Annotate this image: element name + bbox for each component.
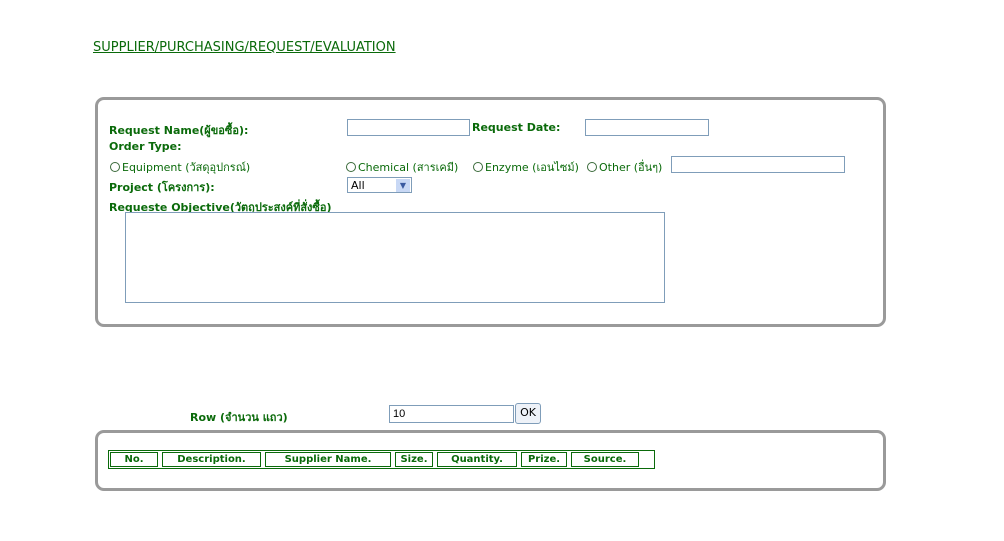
radio-chemical[interactable]: Chemical (สารเคมี) bbox=[346, 158, 458, 176]
col-source: Source. bbox=[571, 452, 639, 467]
radio-equipment[interactable]: Equipment (วัสดุอุปกรณ์) bbox=[110, 158, 250, 176]
objective-textarea[interactable] bbox=[125, 212, 665, 303]
col-description: Description. bbox=[162, 452, 261, 467]
radio-icon[interactable] bbox=[473, 162, 483, 172]
other-input[interactable] bbox=[671, 156, 845, 173]
col-size: Size. bbox=[395, 452, 433, 467]
ok-button[interactable]: OK bbox=[515, 403, 541, 424]
col-no: No. bbox=[110, 452, 158, 467]
col-quantity: Quantity. bbox=[437, 452, 517, 467]
request-name-label: Request Name(ผู้ขอซื้อ): bbox=[109, 124, 249, 137]
request-date-label: Request Date: bbox=[472, 121, 561, 134]
order-type-label: Order Type: bbox=[109, 140, 182, 153]
page-title[interactable]: SUPPLIER/PURCHASING/REQUEST/EVALUATION bbox=[93, 40, 396, 55]
items-table-header: No. Description. Supplier Name. Size. Qu… bbox=[108, 450, 655, 469]
row-count-label: Row (จำนวน แถว) bbox=[190, 411, 288, 424]
request-name-input[interactable] bbox=[347, 119, 470, 136]
radio-other[interactable]: Other (อื่นๆ) bbox=[587, 158, 662, 176]
radio-icon[interactable] bbox=[346, 162, 356, 172]
row-count-input[interactable] bbox=[389, 405, 514, 423]
col-supplier-name: Supplier Name. bbox=[265, 452, 391, 467]
radio-icon[interactable] bbox=[110, 162, 120, 172]
col-prize: Prize. bbox=[521, 452, 567, 467]
radio-icon[interactable] bbox=[587, 162, 597, 172]
request-date-input[interactable] bbox=[585, 119, 709, 136]
chevron-down-icon[interactable]: ▼ bbox=[396, 179, 410, 192]
project-select[interactable]: All ▼ bbox=[347, 177, 412, 193]
radio-enzyme[interactable]: Enzyme (เอนไซม์) bbox=[473, 158, 579, 176]
project-label: Project (โครงการ): bbox=[109, 181, 215, 194]
